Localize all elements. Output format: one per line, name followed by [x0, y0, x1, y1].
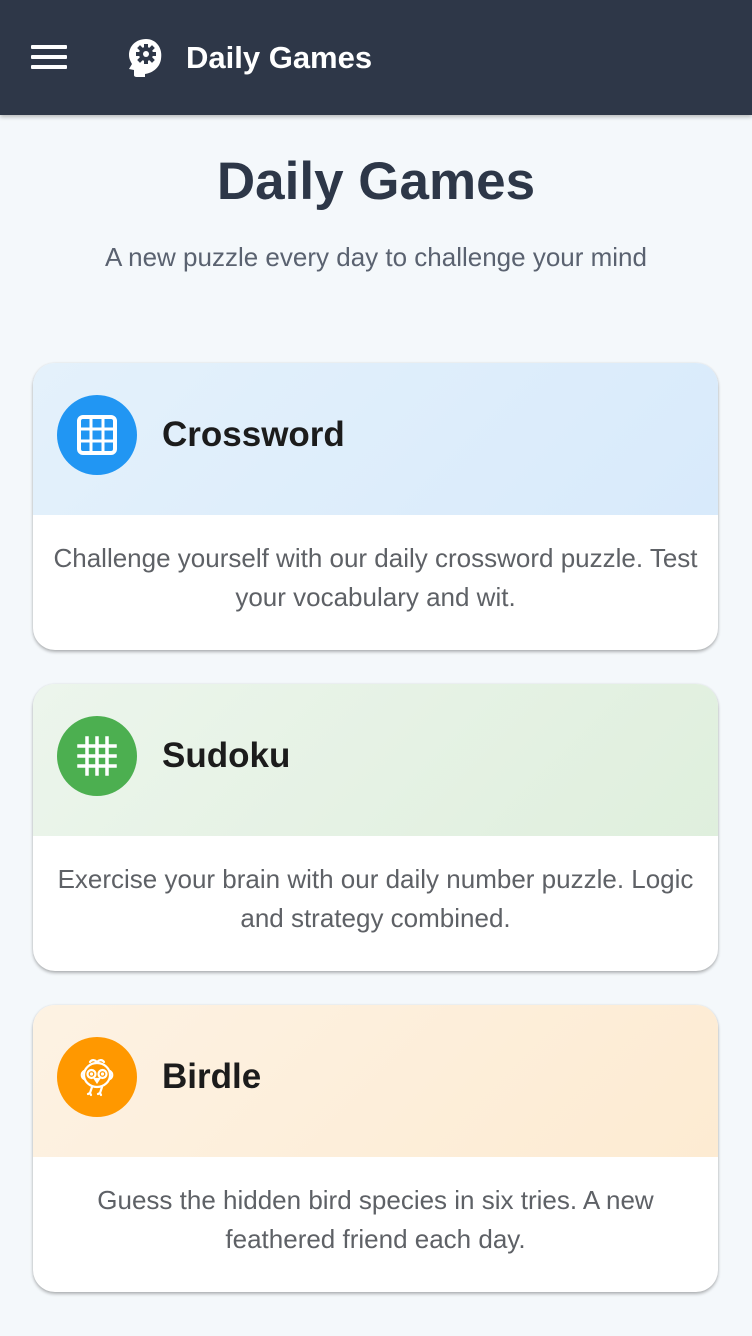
page-subtitle: A new puzzle every day to challenge your… [105, 242, 647, 272]
game-card-birdle[interactable]: Birdle Guess the hidden bird species in … [33, 1005, 718, 1292]
card-header: Birdle [33, 1005, 718, 1157]
page-title: Daily Games [216, 152, 536, 211]
card-header: Crossword [33, 363, 718, 515]
card-header: Sudoku [33, 684, 718, 836]
card-description: Exercise your brain with our daily numbe… [57, 864, 694, 933]
card-title: Birdle [162, 1057, 262, 1096]
card-title: Crossword [162, 415, 345, 454]
card-icon-badge [57, 716, 137, 796]
menu-button[interactable] [31, 43, 67, 71]
game-card-sudoku[interactable]: Sudoku Exercise your brain with our dail… [33, 684, 718, 971]
hashtag-grid-icon [77, 736, 117, 776]
app-bar: Daily Games [0, 0, 752, 115]
bird-icon [80, 1059, 114, 1097]
game-card-crossword[interactable]: Crossword Challenge yourself with our da… [33, 363, 718, 650]
card-description: Challenge yourself with our daily crossw… [53, 543, 698, 612]
app-title[interactable]: Daily Games [186, 39, 372, 77]
card-icon-badge [57, 395, 137, 475]
card-description: Guess the hidden bird species in six tri… [97, 1185, 654, 1254]
hamburger-menu-icon [31, 45, 67, 49]
card-title: Sudoku [162, 736, 291, 775]
head-gear-icon [129, 39, 162, 77]
grid-icon [77, 415, 117, 455]
card-icon-badge [57, 1037, 137, 1117]
